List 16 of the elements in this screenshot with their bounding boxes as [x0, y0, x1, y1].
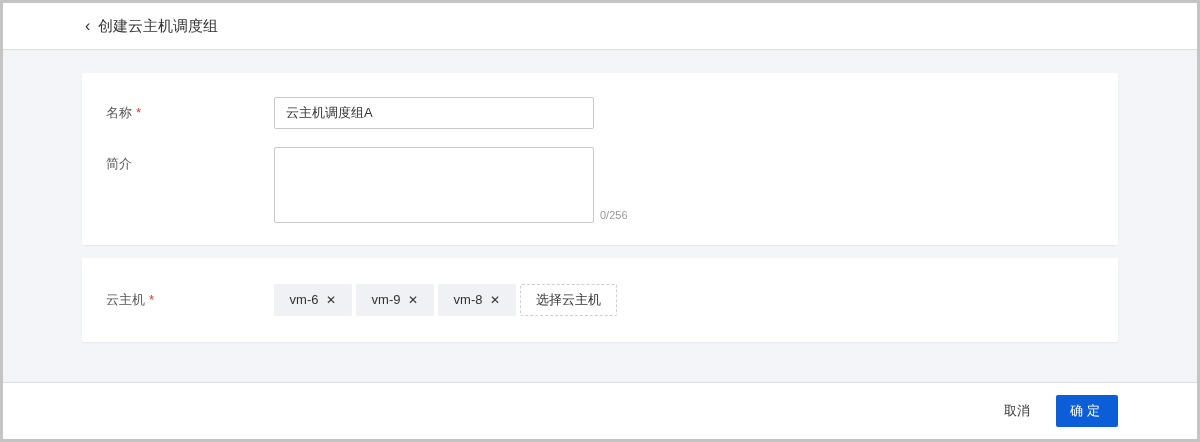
field-label: 云主机	[106, 291, 145, 310]
field-label: 简介	[106, 155, 132, 173]
confirm-button[interactable]: 确定	[1056, 395, 1118, 427]
select-host-button[interactable]: 选择云主机	[520, 284, 617, 316]
page-title: 创建云主机调度组	[98, 15, 219, 36]
character-counter: 0/256	[600, 207, 628, 223]
name-input[interactable]: 云主机调度组A	[274, 97, 594, 129]
tag-label: vm-8	[453, 291, 483, 310]
tag-label: vm-9	[371, 291, 401, 310]
description-textarea[interactable]	[274, 147, 594, 223]
required-mark: *	[149, 291, 155, 310]
required-mark: *	[136, 104, 142, 123]
tag-label: vm-6	[289, 291, 319, 310]
back-icon[interactable]: ‹	[85, 18, 91, 34]
field-label: 名称	[106, 104, 132, 123]
cancel-button[interactable]: 取消	[1000, 401, 1034, 421]
